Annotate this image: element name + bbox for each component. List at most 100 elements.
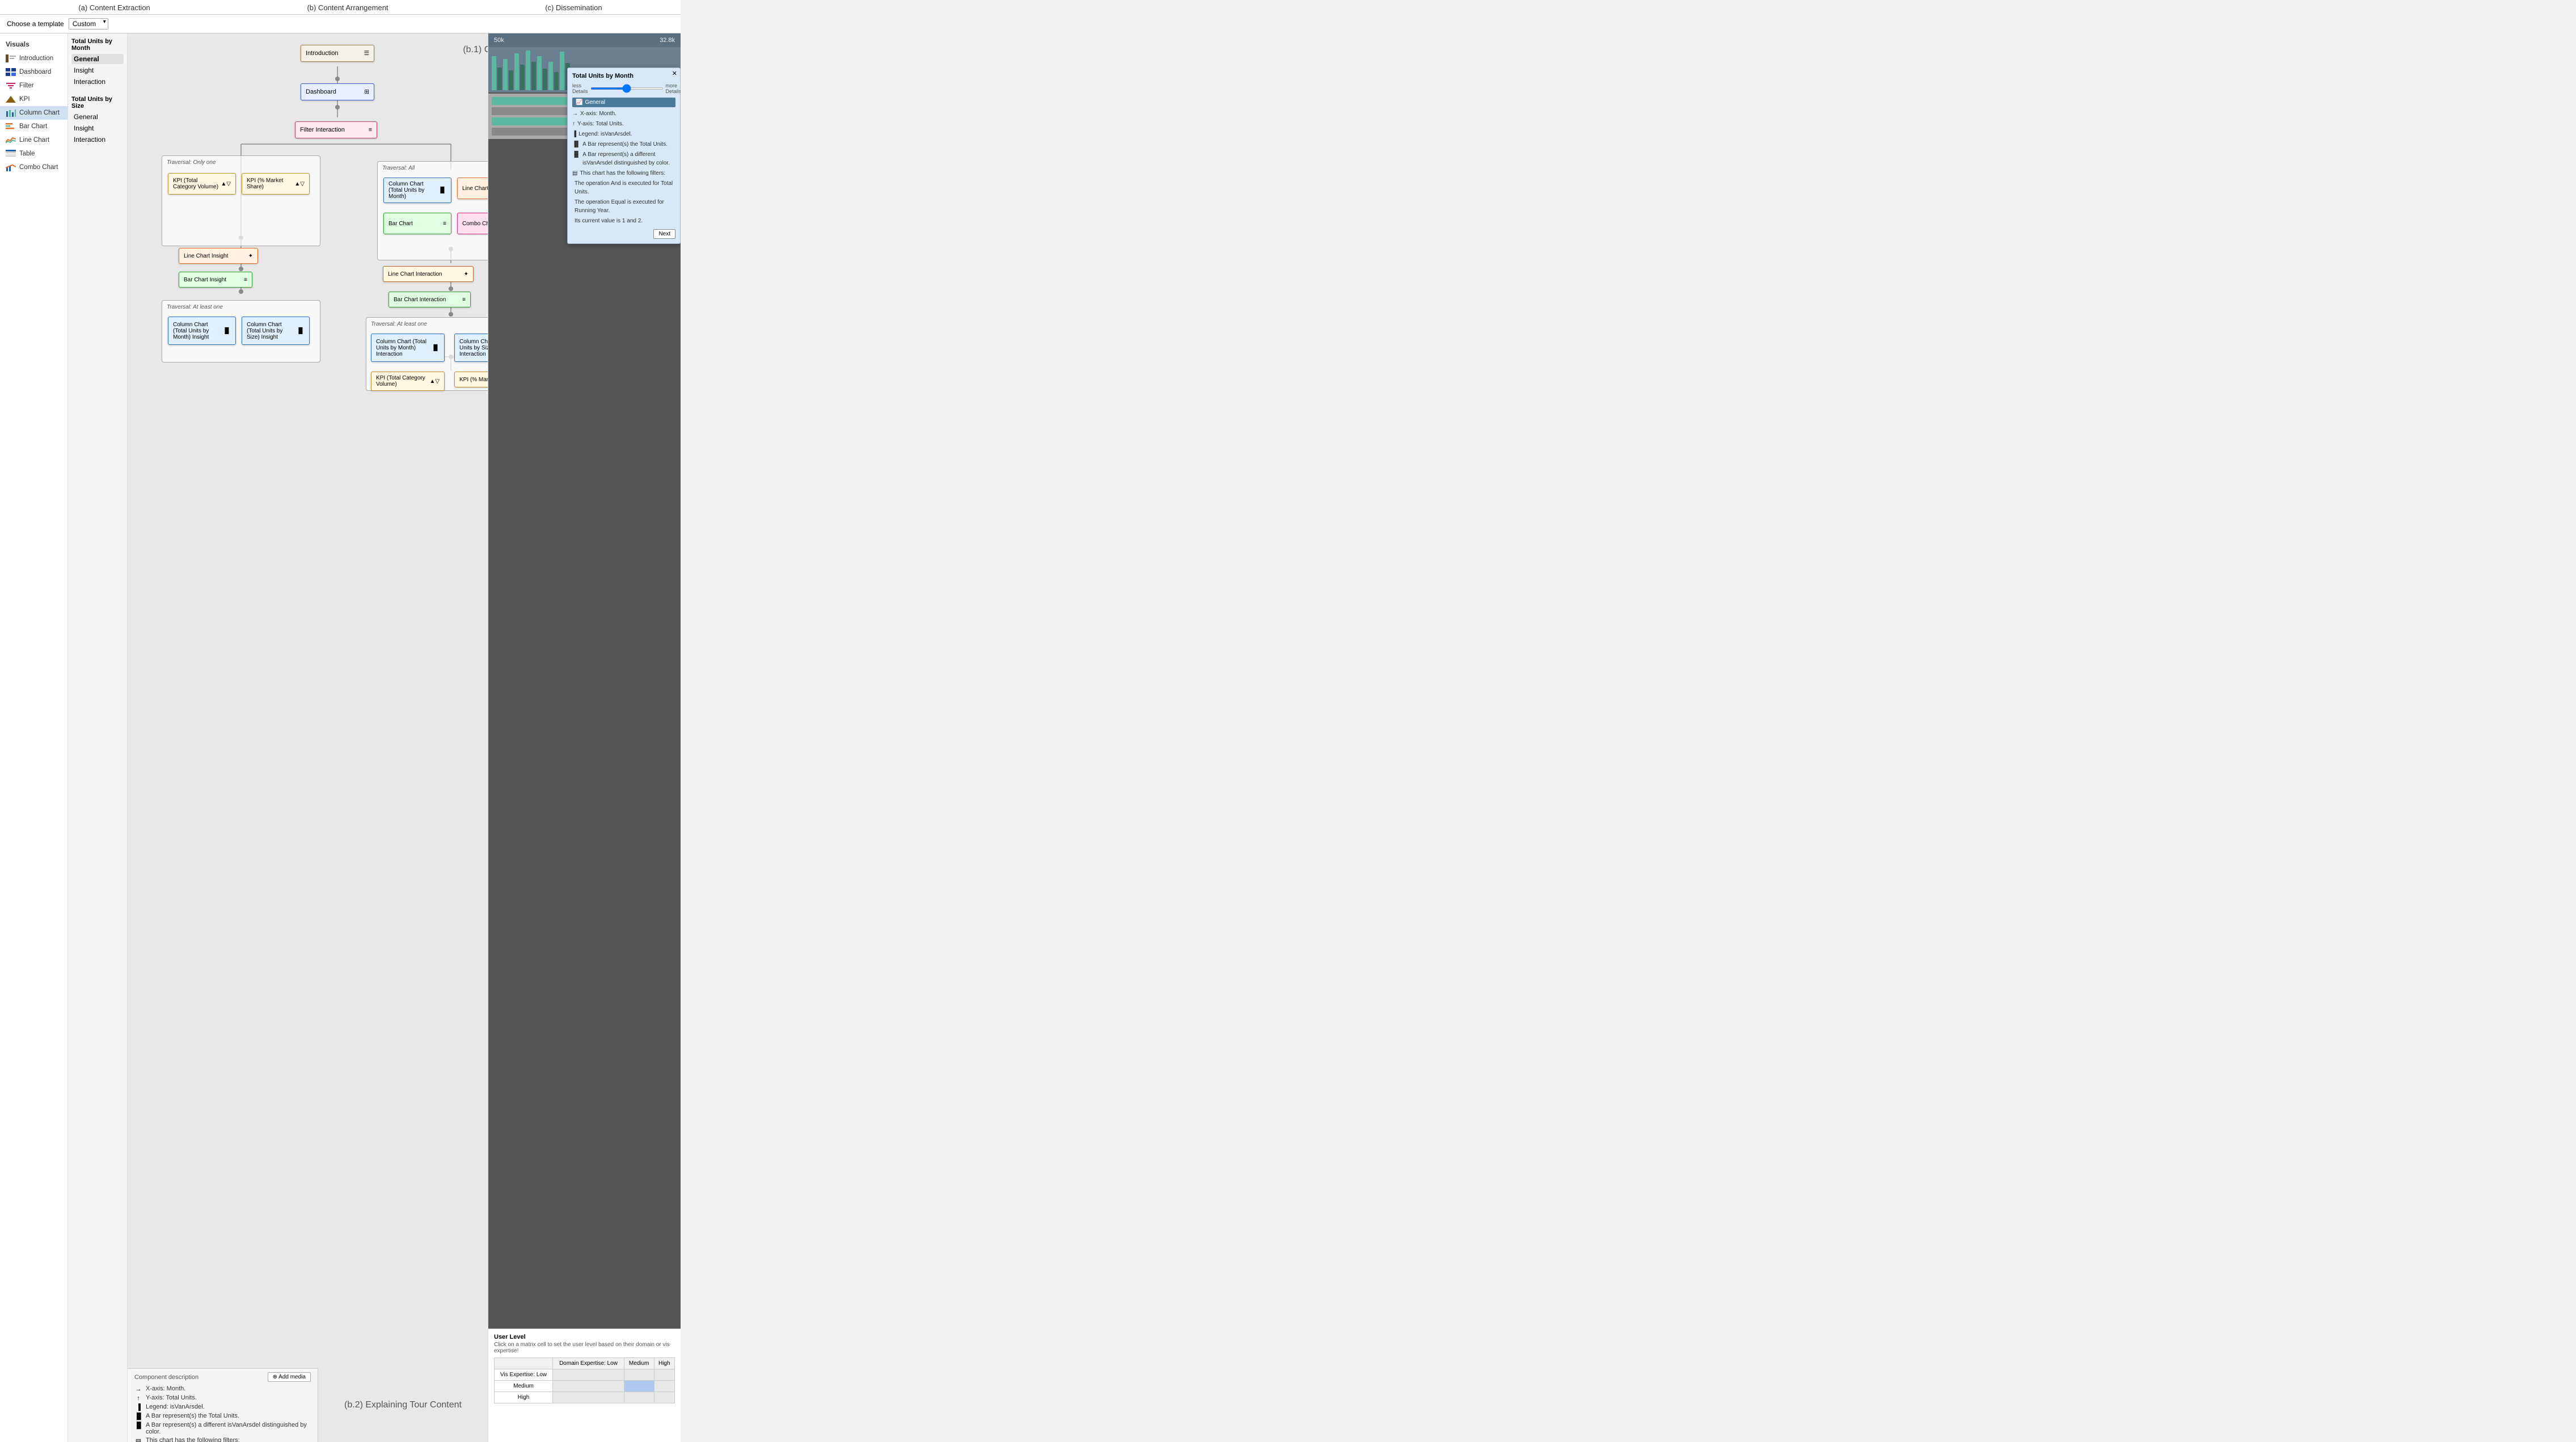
- desc-text-2: Legend: isVanArsdel.: [146, 1403, 205, 1410]
- line-icon: [6, 136, 16, 144]
- expertise-matrix: Domain Expertise: Low Medium High Vis Ex…: [494, 1357, 675, 1403]
- matrix-col-low: Domain Expertise: Low: [553, 1358, 624, 1369]
- node-intro-icon: ☰: [364, 50, 369, 57]
- props-tab-insight-2[interactable]: Insight: [71, 123, 124, 133]
- node-column-month[interactable]: Column Chart (Total Units by Month) ▐▌: [383, 178, 451, 203]
- node-introduction[interactable]: Introduction ☰: [301, 45, 374, 62]
- component-description: Component description ⊕ Add media → X-ax…: [128, 1368, 318, 1442]
- matrix-cell-medium-medium[interactable]: [624, 1381, 654, 1392]
- node-filter-interaction[interactable]: Filter Interaction ≡: [295, 121, 377, 138]
- node-bar-chart-insight[interactable]: Bar Chart Insight ≡: [179, 272, 252, 288]
- node-bar-interaction[interactable]: Bar Chart Interaction ≡: [388, 292, 471, 307]
- line-insight-icon: ✦: [248, 253, 253, 259]
- node-kpi-market-int[interactable]: KPI (% Market Share) ▲▽: [454, 372, 488, 387]
- header-section-a: (a) Content Extraction: [78, 3, 150, 12]
- node-dashboard[interactable]: Dashboard ⊞: [301, 83, 374, 100]
- kpi-icon: [6, 95, 16, 103]
- node-col-month-insight[interactable]: Column Chart (Total Units by Month) Insi…: [168, 317, 236, 345]
- tour-popup-close[interactable]: ✕: [672, 70, 677, 77]
- traversal-only-one-label: Traversal: Only one: [167, 159, 216, 166]
- user-level-desc: Click on a matrix cell to set the user l…: [494, 1342, 675, 1354]
- bar-interaction-icon: ≡: [462, 297, 466, 303]
- kpi-market-int-label: KPI (% Market Share): [459, 377, 488, 383]
- sidebar-label-combo: Combo Chart: [19, 164, 58, 171]
- center-panel: (b.1) Crafting Tour: [128, 33, 488, 1442]
- flow-canvas-container: (b.1) Crafting Tour: [128, 33, 488, 1368]
- matrix-cell-low-high[interactable]: [654, 1369, 674, 1381]
- traversal-atleast-left-label: Traversal: At least one: [167, 304, 223, 310]
- sidebar-item-line[interactable]: Line Chart: [0, 133, 67, 147]
- desc-row-0: → X-axis: Month.: [134, 1385, 311, 1393]
- sidebar-item-combo[interactable]: Combo Chart: [0, 161, 67, 174]
- props-tab-interaction-2[interactable]: Interaction: [71, 134, 124, 145]
- sidebar-item-table[interactable]: Table: [0, 147, 67, 161]
- matrix-cell-medium-low[interactable]: [553, 1381, 624, 1392]
- sidebar-item-intro[interactable]: Introduction: [0, 52, 67, 65]
- node-line-chart[interactable]: Line Chart ✦: [457, 178, 488, 199]
- bottom-center-label: (b.2) Explaining Tour Content: [318, 1368, 488, 1442]
- desc-row-1: ↑ Y-axis: Total Units.: [134, 1394, 311, 1402]
- kpi1-icon: ▲▽: [221, 181, 231, 187]
- sidebar-item-filter[interactable]: Filter: [0, 79, 67, 92]
- sidebar-label-bar: Bar Chart: [19, 123, 47, 130]
- sidebar-item-column[interactable]: Column Chart: [0, 106, 67, 120]
- props-section-1-title: Total Units by Month: [71, 38, 124, 52]
- comp-desc-title: Component description: [134, 1374, 199, 1381]
- bar-interaction-label: Bar Chart Interaction: [394, 297, 460, 303]
- traversal-only-one: Traversal: Only one KPI (Total Category …: [162, 155, 320, 246]
- props-tab-general-2[interactable]: General: [71, 112, 124, 122]
- comp-desc-header: Component description ⊕ Add media: [134, 1372, 311, 1382]
- matrix-col-high: High: [654, 1358, 674, 1369]
- sidebar-item-bar[interactable]: Bar Chart: [0, 120, 67, 133]
- traversal-atleast-right-label: Traversal: At least one: [371, 321, 427, 327]
- combo-chart-label: Combo Chart: [462, 221, 488, 227]
- col-month-int-icon: ▐▌: [432, 345, 440, 351]
- node-combo-chart[interactable]: Combo Chart ⊕: [457, 213, 488, 234]
- matrix-cell-low-low[interactable]: [553, 1369, 624, 1381]
- node-line-interaction[interactable]: Line Chart Interaction ✦: [383, 266, 474, 282]
- column-icon: [6, 109, 16, 117]
- traversal-at-least-one-left: Traversal: At least one Column Chart (To…: [162, 300, 320, 362]
- template-select[interactable]: Custom: [69, 18, 108, 29]
- sidebar-label-kpi: KPI: [19, 96, 30, 103]
- sidebar-item-dashboard[interactable]: Dashboard: [0, 65, 67, 79]
- matrix-cell-high-medium[interactable]: [624, 1392, 654, 1403]
- matrix-cell-high-low[interactable]: [553, 1392, 624, 1403]
- matrix-cell-high-high[interactable]: [654, 1392, 674, 1403]
- tour-line-1: ↑ Y-axis: Total Units.: [572, 120, 675, 128]
- node-kpi2[interactable]: KPI (% Market Share) ▲▽: [242, 173, 310, 195]
- slider-label-more: more Details: [666, 83, 681, 94]
- node-kpi-total-int[interactable]: KPI (Total Category Volume) ▲▽: [371, 372, 445, 391]
- detail-slider[interactable]: [590, 87, 664, 90]
- tour-next-button[interactable]: Next: [653, 229, 675, 239]
- node-line-insight-label: Line Chart Insight: [184, 253, 246, 259]
- left-sidebar: Visuals Introduction Dashboard Filter KP…: [0, 33, 68, 1442]
- props-tab-insight-1[interactable]: Insight: [71, 65, 124, 75]
- node-col-size-interaction[interactable]: Column Chart (Total Units by Size) Inter…: [454, 334, 488, 362]
- flow-canvas: (b.1) Crafting Tour: [128, 33, 488, 408]
- node-bar-chart[interactable]: Bar Chart ≡: [383, 213, 451, 234]
- node-kpi2-label: KPI (% Market Share): [247, 178, 292, 190]
- matrix-cell-medium-high[interactable]: [654, 1381, 674, 1392]
- props-tab-interaction-1[interactable]: Interaction: [71, 77, 124, 87]
- line-interaction-label: Line Chart Interaction: [388, 271, 462, 277]
- props-tab-general-1[interactable]: General: [71, 54, 124, 64]
- desc-text-1: Y-axis: Total Units.: [146, 1394, 197, 1401]
- add-media-button[interactable]: ⊕ Add media: [268, 1372, 311, 1382]
- traversal-at-least-one-right: Traversal: At least one Column Chart (To…: [366, 317, 488, 391]
- matrix-row-high: High: [495, 1392, 675, 1403]
- main-layout: Visuals Introduction Dashboard Filter KP…: [0, 33, 681, 1442]
- node-col-size-insight[interactable]: Column Chart (Total Units by Size) Insig…: [242, 317, 310, 345]
- template-select-wrap[interactable]: Custom: [69, 18, 108, 29]
- preview-stat-2: 32.8k: [660, 37, 675, 44]
- matrix-row-label-high: High: [495, 1392, 553, 1403]
- node-kpi1[interactable]: KPI (Total Category Volume) ▲▽: [168, 173, 236, 195]
- desc-icon-3: ▐▌: [134, 1413, 142, 1420]
- node-line-chart-insight[interactable]: Line Chart Insight ✦: [179, 248, 258, 264]
- properties-panel: Total Units by Month General Insight Int…: [68, 33, 128, 1442]
- traversal-all: Traversal: All Column Chart (Total Units…: [377, 161, 488, 260]
- matrix-cell-low-medium[interactable]: [624, 1369, 654, 1381]
- sidebar-item-kpi[interactable]: KPI: [0, 92, 67, 106]
- node-col-month-interaction[interactable]: Column Chart (Total Units by Month) Inte…: [371, 334, 445, 362]
- node-filter-icon: ≡: [369, 127, 372, 133]
